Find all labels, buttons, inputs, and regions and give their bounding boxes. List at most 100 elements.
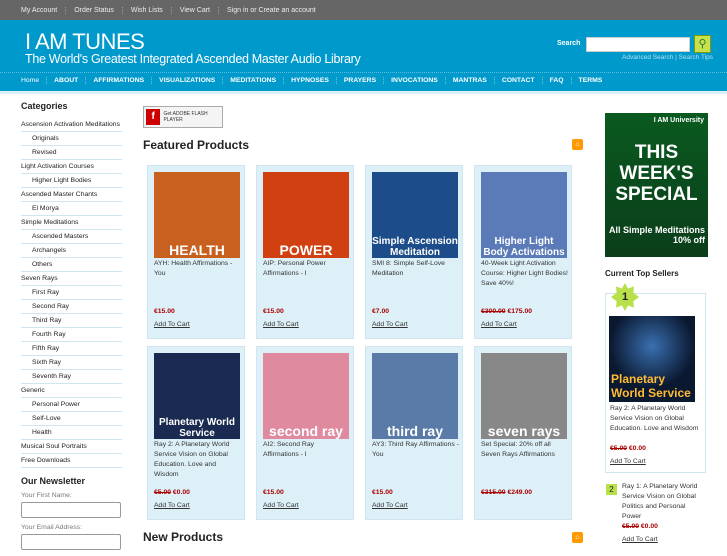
top-seller-2-add-to-cart[interactable]: Add To Cart [622,535,658,545]
main-nav: Home ABOUT AFFIRMATIONS VISUALIZATIONS MEDIT… [0,72,727,88]
search-tips-link[interactable]: Search Tips [679,54,713,61]
search-button[interactable]: ⚲ [694,35,711,53]
product-image[interactable]: second ray [263,353,349,439]
email-label: Your Email Address: [21,524,82,531]
category-link[interactable]: Others [21,259,122,272]
product-card: Higher Light Body Activations 40-Week Li… [474,165,572,339]
product-image[interactable]: Higher Light Body Activations [481,172,567,258]
product-name[interactable]: AI2: Second Ray Affirmations - I [263,440,351,460]
top-seller-1-name[interactable]: Ray 2: A Planetary World Service Vision … [610,404,702,434]
featured-products-heading: Featured Products [143,138,250,152]
category-link[interactable]: Ascension Activation Meditations [21,119,122,132]
add-to-cart-link[interactable]: Add To Cart [154,321,190,328]
product-price: €15.00 [263,308,284,315]
category-link[interactable]: Originals [21,133,122,146]
nav-contact[interactable]: CONTACT [495,77,543,84]
add-to-cart-link[interactable]: Add To Cart [481,321,517,328]
category-link[interactable]: Self-Love [21,413,122,426]
product-name[interactable]: Set Special: 20% off all Seven Rays Affi… [481,440,569,460]
product-name[interactable]: 40-Week Light Activation Course: Higher … [481,259,569,289]
weekly-special-banner[interactable]: I AM University THIS WEEK'S SPECIAL All … [605,113,708,257]
advanced-search-link[interactable]: Advanced Search [622,54,673,61]
category-link[interactable]: Fifth Ray [21,343,122,356]
add-to-cart-link[interactable]: Add To Cart [372,502,408,509]
top-seller-2-name[interactable]: Ray 1: A Planetary World Service Vision … [622,482,706,522]
category-link[interactable]: Generic [21,385,122,398]
product-price: €15.00 [263,489,284,496]
rss-icon[interactable]: ⌂ [572,139,583,150]
top-seller-1-image[interactable]: Planetary World Service [609,316,695,402]
search-icon: ⚲ [698,38,707,50]
categories-heading: Categories [21,101,68,111]
header-divider [0,91,727,94]
category-link[interactable]: Ascended Master Chants [21,189,122,202]
product-image[interactable]: POWER [263,172,349,258]
nav-hypnoses[interactable]: HYPNOSES [284,77,337,84]
category-link[interactable]: Sixth Ray [21,357,122,370]
sign-in-link[interactable]: Sign in or Create an account [219,7,324,14]
email-input[interactable] [21,534,121,550]
category-link[interactable]: Personal Power [21,399,122,412]
category-link[interactable]: Free Downloads [21,455,122,468]
view-cart-link[interactable]: View Cart [172,6,219,14]
product-image[interactable]: Simple Ascension Meditation [372,172,458,258]
category-link[interactable]: Musical Soul Portraits [21,441,122,454]
my-account-link[interactable]: My Account [21,6,67,14]
nav-invocations[interactable]: INVOCATIONS [384,77,446,84]
product-card: seven rays Set Special: 20% off all Seve… [474,346,572,520]
category-link[interactable]: Revised [21,147,122,160]
promo-offer: All Simple Meditations 10% off [608,225,705,245]
category-link[interactable]: Fourth Ray [21,329,122,342]
product-card: HEALTH AYH: Health Affirmations - You €1… [147,165,245,339]
category-link[interactable]: Higher Light Bodies [21,175,122,188]
add-to-cart-link[interactable]: Add To Cart [263,502,299,509]
nav-visualizations[interactable]: VISUALIZATIONS [152,77,224,84]
category-link[interactable]: First Ray [21,287,122,300]
category-link[interactable]: Seventh Ray [21,371,122,384]
product-card: third ray AY3: Third Ray Affirmations - … [365,346,463,520]
get-flash-player-badge[interactable]: f Get ADOBE FLASH PLAYER [143,106,223,128]
order-status-link[interactable]: Order Status [66,6,123,14]
nav-faq[interactable]: FAQ [543,77,572,84]
product-name[interactable]: AYH: Health Affirmations - You [154,259,242,279]
search-input[interactable] [586,37,690,52]
nav-prayers[interactable]: PRAYERS [337,77,385,84]
category-link[interactable]: Seven Rays [21,273,122,286]
nav-affirmations[interactable]: AFFIRMATIONS [86,77,153,84]
top-sellers-heading: Current Top Sellers [605,269,679,278]
nav-meditations[interactable]: MEDITATIONS [223,77,285,84]
rss-icon[interactable]: ⌂ [572,532,583,543]
product-name[interactable]: SMI 8: Simple Self-Love Meditation [372,259,460,279]
nav-about[interactable]: ABOUT [47,77,87,84]
product-name[interactable]: AY3: Third Ray Affirmations - You [372,440,460,460]
product-image[interactable]: Planetary World Service [154,353,240,439]
nav-terms[interactable]: TERMS [572,77,610,84]
add-to-cart-link[interactable]: Add To Cart [372,321,408,328]
new-products-heading: New Products [143,530,224,544]
product-price: €15.00 [154,308,175,315]
first-name-input[interactable] [21,502,121,518]
product-price: €7.00 [372,308,390,315]
product-image[interactable]: HEALTH [154,172,240,258]
top-seller-1-add-to-cart[interactable]: Add To Cart [610,457,646,467]
add-to-cart-link[interactable]: Add To Cart [154,502,190,509]
category-link[interactable]: Ascended Masters [21,231,122,244]
add-to-cart-link[interactable]: Add To Cart [263,321,299,328]
promo-brand: I AM University [653,117,704,124]
product-image[interactable]: third ray [372,353,458,439]
category-link[interactable]: Simple Meditations [21,217,122,230]
nav-mantras[interactable]: MANTRAS [446,77,495,84]
search-links: Advanced Search | Search Tips [622,54,713,61]
category-link[interactable]: Archangels [21,245,122,258]
category-link[interactable]: Light Activation Courses [21,161,122,174]
newsletter-heading: Our Newsletter [21,476,86,486]
category-link[interactable]: El Morya [21,203,122,216]
category-link[interactable]: Third Ray [21,315,122,328]
nav-home[interactable]: Home [21,77,48,84]
category-link[interactable]: Health [21,427,122,440]
wish-lists-link[interactable]: Wish Lists [123,6,172,14]
product-image[interactable]: seven rays [481,353,567,439]
product-name[interactable]: Ray 2: A Planetary World Service Vision … [154,440,242,480]
product-name[interactable]: AIP: Personal Power Affirmations - I [263,259,351,279]
category-link[interactable]: Second Ray [21,301,122,314]
